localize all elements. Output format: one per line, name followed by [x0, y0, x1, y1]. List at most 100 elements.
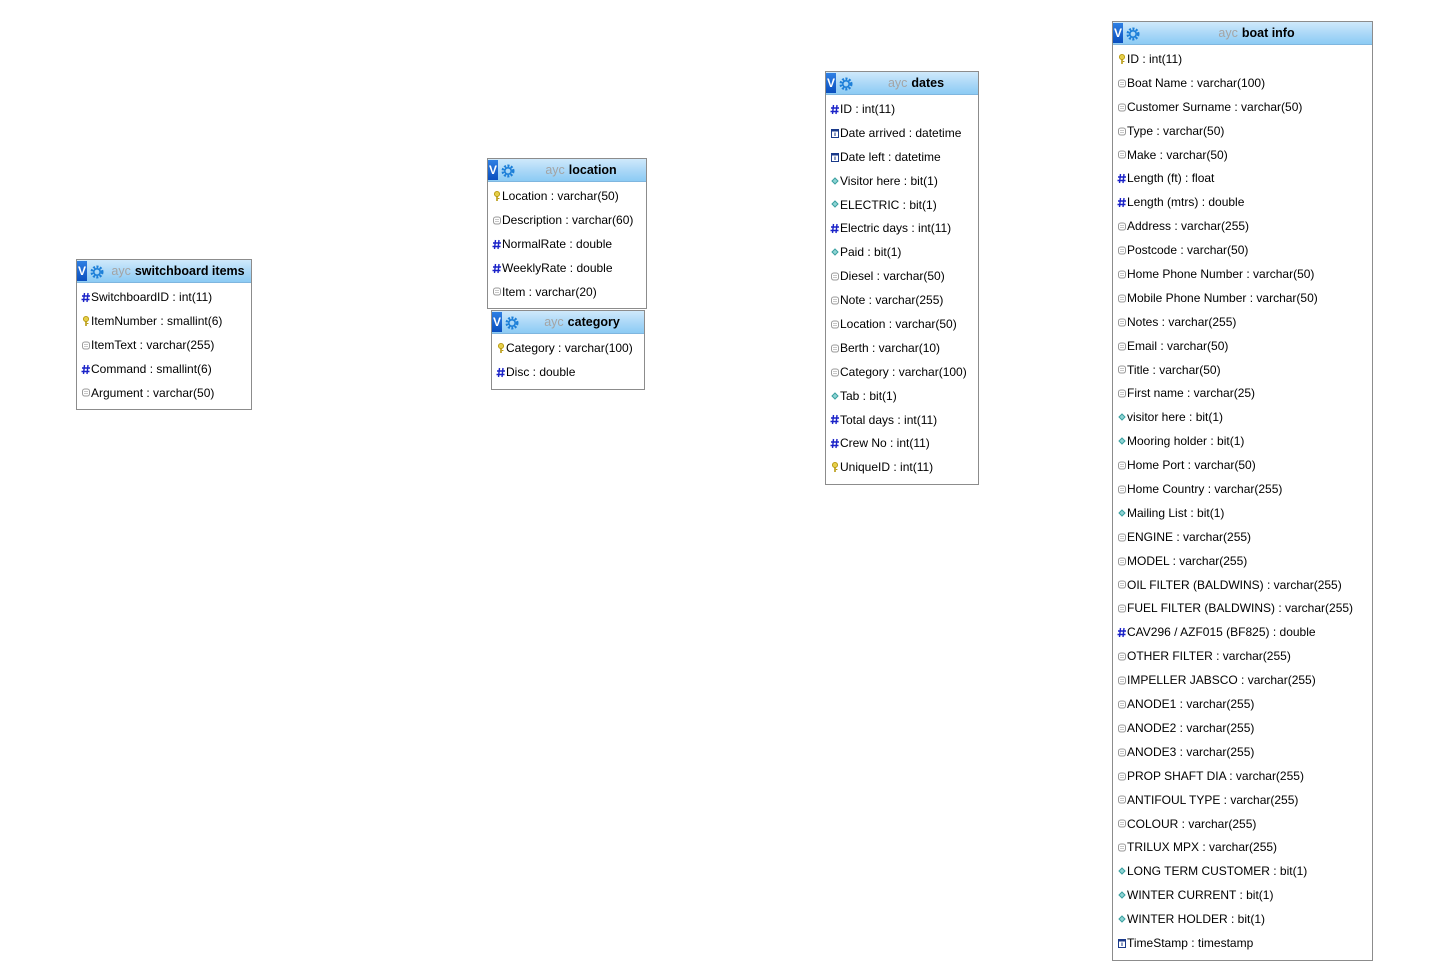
- table-category[interactable]: V ayc category Category : varchar(100) Dis…: [491, 310, 645, 390]
- column-row[interactable]: Length (ft) : float: [1113, 167, 1372, 191]
- column-row[interactable]: Date arrived : datetime: [826, 122, 978, 146]
- column-row[interactable]: ItemNumber : smallint(6): [77, 310, 251, 334]
- column-row[interactable]: NormalRate : double: [488, 233, 646, 257]
- table-header[interactable]: V ayc category: [492, 311, 644, 334]
- column-row[interactable]: Email : varchar(50): [1113, 335, 1372, 359]
- column-row[interactable]: Item : varchar(20): [488, 281, 646, 305]
- column-row[interactable]: Crew No : int(11): [826, 432, 978, 456]
- column-row[interactable]: Mailing List : bit(1): [1113, 502, 1372, 526]
- column-row[interactable]: IMPELLER JABSCO : varchar(255): [1113, 669, 1372, 693]
- column-row[interactable]: visitor here : bit(1): [1113, 406, 1372, 430]
- text-field-icon: [492, 285, 502, 297]
- column-row[interactable]: Tab : bit(1): [826, 385, 978, 409]
- column-row[interactable]: Postcode : varchar(50): [1113, 239, 1372, 263]
- column-row[interactable]: TRILUX MPX : varchar(255): [1113, 836, 1372, 860]
- column-row[interactable]: Mooring holder : bit(1): [1113, 430, 1372, 454]
- column-row[interactable]: Customer Surname : varchar(50): [1113, 96, 1372, 120]
- column-row[interactable]: ID : int(11): [826, 98, 978, 122]
- column-row[interactable]: Home Country : varchar(255): [1113, 478, 1372, 502]
- column-row[interactable]: Argument : varchar(50): [77, 382, 251, 406]
- column-row[interactable]: ENGINE : varchar(255): [1113, 526, 1372, 550]
- column-row[interactable]: Berth : varchar(10): [826, 337, 978, 361]
- column-row[interactable]: ANODE3 : varchar(255): [1113, 741, 1372, 765]
- column-row[interactable]: Category : varchar(100): [826, 361, 978, 385]
- column-row[interactable]: Home Phone Number : varchar(50): [1113, 263, 1372, 287]
- column-row[interactable]: Address : varchar(255): [1113, 215, 1372, 239]
- column-row[interactable]: MODEL : varchar(255): [1113, 550, 1372, 574]
- column-label: Item : varchar(20): [502, 284, 597, 299]
- column-label: Total days : int(11): [840, 412, 938, 427]
- toggle-button[interactable]: V: [1113, 23, 1123, 43]
- table-name: switchboard items: [134, 264, 245, 278]
- column-row[interactable]: ANTIFOUL TYPE : varchar(255): [1113, 789, 1372, 813]
- gear-icon[interactable]: [90, 265, 104, 279]
- table-header[interactable]: V ayc boat info: [1113, 22, 1372, 45]
- column-row[interactable]: Location : varchar(50): [826, 313, 978, 337]
- column-row[interactable]: OTHER FILTER : varchar(255): [1113, 645, 1372, 669]
- text-field-icon: [1117, 650, 1127, 662]
- column-row[interactable]: TimeStamp : timestamp: [1113, 932, 1372, 956]
- column-row[interactable]: LONG TERM CUSTOMER : bit(1): [1113, 860, 1372, 884]
- column-label: Date arrived : datetime: [840, 125, 962, 140]
- table-title: ayc location: [518, 162, 644, 178]
- toggle-button[interactable]: V: [492, 312, 502, 332]
- column-row[interactable]: Type : varchar(50): [1113, 120, 1372, 144]
- column-row[interactable]: Home Port : varchar(50): [1113, 454, 1372, 478]
- text-field-icon: [81, 339, 91, 351]
- column-row[interactable]: Mobile Phone Number : varchar(50): [1113, 287, 1372, 311]
- gear-icon[interactable]: [505, 316, 519, 330]
- column-label: PROP SHAFT DIA : varchar(255): [1127, 768, 1304, 783]
- column-row[interactable]: CAV296 / AZF015 (BF825) : double: [1113, 621, 1372, 645]
- table-header[interactable]: V ayc switchboard items: [77, 260, 251, 283]
- column-row[interactable]: UniqueID : int(11): [826, 456, 978, 480]
- column-row[interactable]: Category : varchar(100): [492, 337, 644, 361]
- table-location[interactable]: V ayc location Location : varchar(50) Desc…: [487, 158, 647, 310]
- table-boat-info[interactable]: V ayc boat info ID : int(11) Boat Name : v…: [1112, 21, 1373, 961]
- column-row[interactable]: Visitor here : bit(1): [826, 170, 978, 194]
- column-row[interactable]: WINTER CURRENT : bit(1): [1113, 884, 1372, 908]
- column-row[interactable]: Disc : double: [492, 361, 644, 385]
- table-header[interactable]: V ayc location: [488, 159, 646, 182]
- column-row[interactable]: WINTER HOLDER : bit(1): [1113, 908, 1372, 932]
- column-row[interactable]: First name : varchar(25): [1113, 382, 1372, 406]
- column-row[interactable]: Note : varchar(255): [826, 289, 978, 313]
- gear-icon[interactable]: [839, 77, 853, 91]
- column-row[interactable]: Electric days : int(11): [826, 217, 978, 241]
- table-header[interactable]: V ayc dates: [826, 72, 978, 95]
- column-row[interactable]: ANODE2 : varchar(255): [1113, 717, 1372, 741]
- column-row[interactable]: Paid : bit(1): [826, 241, 978, 265]
- column-list: SwitchboardID : int(11) ItemNumber : smal…: [77, 283, 251, 409]
- column-label: ANTIFOUL TYPE : varchar(255): [1127, 792, 1299, 807]
- text-field-icon: [1117, 793, 1127, 805]
- column-row[interactable]: FUEL FILTER (BALDWINS) : varchar(255): [1113, 597, 1372, 621]
- table-dates[interactable]: V ayc dates ID : int(11) Date arrived : da…: [825, 71, 979, 486]
- column-row[interactable]: Date left : datetime: [826, 146, 978, 170]
- column-row[interactable]: WeeklyRate : double: [488, 257, 646, 281]
- column-row[interactable]: Location : varchar(50): [488, 185, 646, 209]
- column-row[interactable]: ItemText : varchar(255): [77, 334, 251, 358]
- column-row[interactable]: OIL FILTER (BALDWINS) : varchar(255): [1113, 574, 1372, 598]
- column-row[interactable]: ELECTRIC : bit(1): [826, 194, 978, 218]
- column-row[interactable]: Total days : int(11): [826, 409, 978, 433]
- column-row[interactable]: Make : varchar(50): [1113, 144, 1372, 168]
- column-row[interactable]: COLOUR : varchar(255): [1113, 813, 1372, 837]
- gear-icon[interactable]: [501, 164, 515, 178]
- column-row[interactable]: Notes : varchar(255): [1113, 311, 1372, 335]
- column-row[interactable]: Command : smallint(6): [77, 358, 251, 382]
- column-row[interactable]: Boat Name : varchar(100): [1113, 72, 1372, 96]
- column-row[interactable]: Title : varchar(50): [1113, 359, 1372, 383]
- column-label: Tab : bit(1): [840, 388, 897, 403]
- gear-icon[interactable]: [1126, 27, 1140, 41]
- column-row[interactable]: SwitchboardID : int(11): [77, 286, 251, 310]
- column-row[interactable]: PROP SHAFT DIA : varchar(255): [1113, 765, 1372, 789]
- column-row[interactable]: ANODE1 : varchar(255): [1113, 693, 1372, 717]
- toggle-button[interactable]: V: [77, 261, 87, 281]
- column-row[interactable]: Diesel : varchar(50): [826, 265, 978, 289]
- text-field-icon: [1117, 244, 1127, 256]
- column-row[interactable]: Length (mtrs) : double: [1113, 191, 1372, 215]
- column-row[interactable]: Description : varchar(60): [488, 209, 646, 233]
- table-switchboard-items[interactable]: V ayc switchboard items SwitchboardID : i…: [76, 259, 252, 411]
- toggle-button[interactable]: V: [488, 160, 498, 180]
- column-row[interactable]: ID : int(11): [1113, 48, 1372, 72]
- toggle-button[interactable]: V: [826, 73, 836, 93]
